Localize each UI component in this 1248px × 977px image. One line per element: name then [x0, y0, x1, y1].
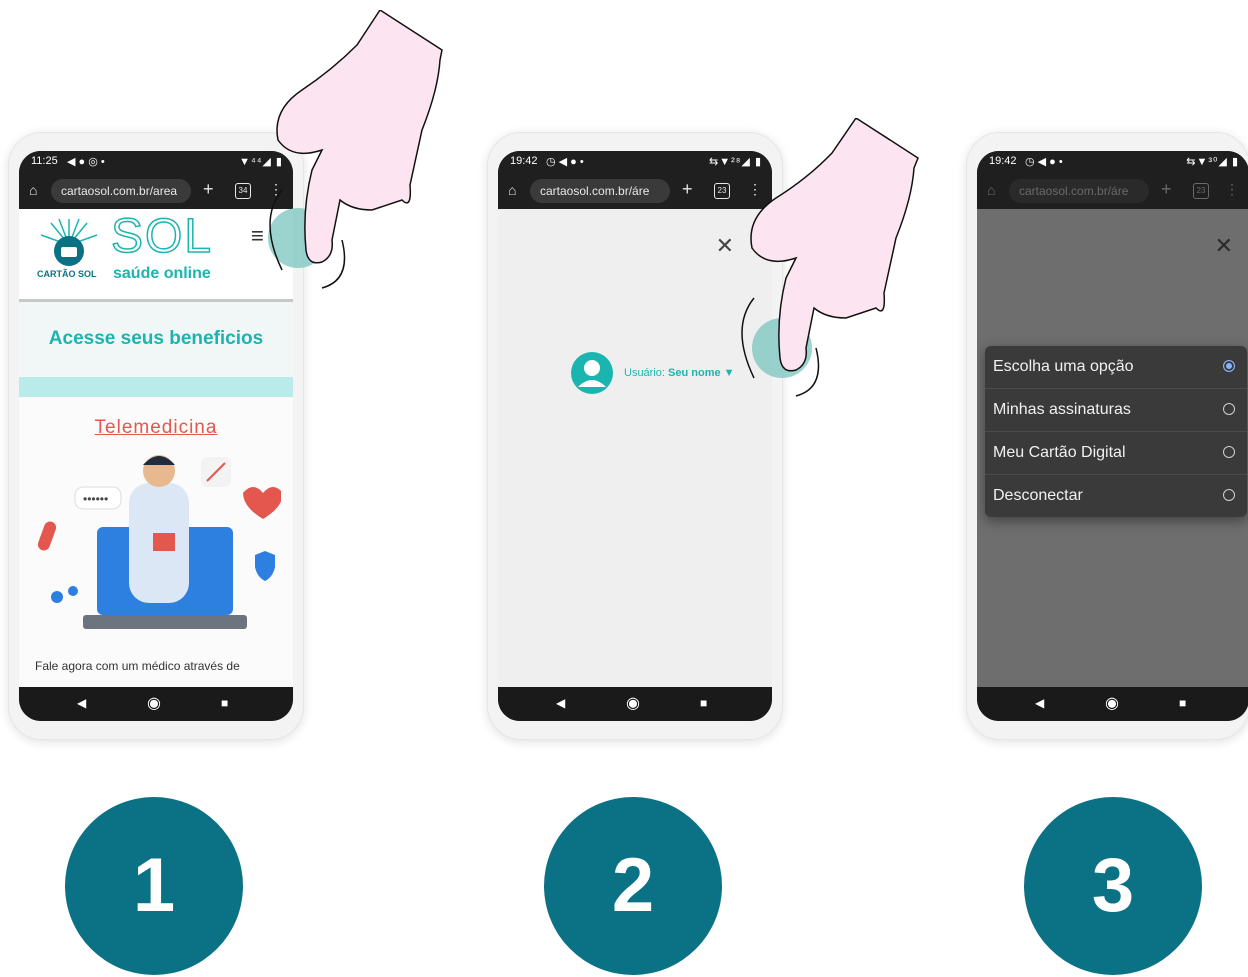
new-tab-icon[interactable]: + [682, 179, 693, 200]
svg-text:••••••: •••••• [83, 492, 108, 506]
phone-mockup-1: 11:25 ◀ ● ◎ • ▼⁴⁴◢ ▮ ⌂ cartaosol.com.br/… [8, 132, 304, 740]
options-dialog: Escolha uma opção Minhas assinaturas Meu C… [985, 346, 1247, 517]
page-heading: Acesse seus beneficios [48, 328, 264, 349]
home-circle-icon[interactable]: ◉ [1105, 693, 1119, 713]
home-circle-icon[interactable]: ◉ [626, 693, 640, 713]
browser-toolbar: ⌂ cartaosol.com.br/area + 34 ⋮ [19, 173, 293, 209]
status-time: 19:42 [989, 155, 1017, 167]
android-nav-bar: ◀ ◉ ■ [498, 687, 772, 721]
pointing-hand-icon [269, 10, 443, 289]
new-tab-icon[interactable]: + [203, 179, 214, 200]
radio-icon[interactable] [1223, 446, 1235, 458]
option-label: Minhas assinaturas [993, 401, 1131, 418]
step-2-badge: 2 [544, 797, 722, 975]
pointing-hand-icon [741, 118, 919, 397]
new-tab-icon: + [1161, 179, 1172, 199]
option-label: Desconectar [993, 487, 1083, 504]
android-nav-bar: ◀ ◉ ■ [19, 687, 293, 721]
home-circle-icon[interactable]: ◉ [147, 693, 161, 713]
home-icon[interactable]: ⌂ [29, 182, 37, 198]
status-bar: 19:42 ◷ ◀ ● • ⇆▼³⁰◢ ▮ [977, 151, 1248, 173]
logo-subtitle: saúde online [113, 265, 211, 282]
option-label: Meu Cartão Digital [993, 444, 1126, 461]
status-bar: 11:25 ◀ ● ◎ • ▼⁴⁴◢ ▮ [19, 151, 293, 173]
status-right: ⇆▼³⁰◢ ▮ [1186, 156, 1239, 168]
option-label: Escolha uma opção [993, 358, 1134, 375]
back-icon[interactable]: ◀ [556, 696, 565, 710]
url-field: cartaosol.com.br/áre [1009, 179, 1149, 203]
url-text: cartaosol.com.br/áre [540, 184, 650, 198]
url-text: cartaosol.com.br/area [61, 184, 178, 198]
logo-big-text: SOL [110, 209, 214, 264]
recents-icon[interactable]: ■ [1179, 696, 1186, 710]
option-row[interactable]: Escolha uma opção [985, 346, 1247, 388]
tab-count-icon[interactable]: 34 [235, 183, 251, 199]
step-3-badge: 3 [1024, 797, 1202, 975]
heading-band: Acesse seus beneficios [19, 302, 293, 377]
options-list: Escolha uma opção Minhas assinaturas Meu C… [985, 346, 1247, 517]
body-text: Fale agora com um médico através de [35, 659, 240, 673]
url-field[interactable]: cartaosol.com.br/áre [530, 179, 670, 203]
option-row[interactable]: Desconectar [985, 474, 1247, 517]
site-header: CARTÃO SOL SOL saúde online ≡ [19, 209, 293, 302]
android-nav-bar: ◀ ◉ ■ [977, 687, 1248, 721]
status-icons: ◀ ● ◎ • [67, 156, 105, 168]
divider-band [19, 377, 293, 397]
status-icons: ◷ ◀ ● • [546, 156, 584, 168]
tab-count-icon: 23 [1193, 183, 1209, 199]
more-menu-icon: ⋮ [1225, 181, 1239, 197]
service-card: Telemedicina •••••• Fale agora com um mé… [19, 397, 293, 687]
url-text: cartaosol.com.br/áre [1019, 184, 1129, 198]
status-time: 19:42 [510, 155, 538, 167]
option-row[interactable]: Meu Cartão Digital [985, 431, 1247, 474]
user-avatar-icon [571, 352, 613, 394]
option-row[interactable]: Minhas assinaturas [985, 388, 1247, 431]
status-icons: ◷ ◀ ● • [1025, 156, 1063, 168]
page-content: CARTÃO SOL SOL saúde online ≡ Acesse seu… [19, 209, 293, 687]
user-label: Usuário: [624, 367, 665, 379]
logo-small-text: CARTÃO SOL [37, 269, 97, 279]
url-field[interactable]: cartaosol.com.br/area [51, 179, 191, 203]
browser-toolbar: ⌂ cartaosol.com.br/áre + 23 ⋮ [977, 173, 1248, 209]
phone-screen-3: 19:42 ◷ ◀ ● • ⇆▼³⁰◢ ▮ ⌂ cartaosol.com.br… [977, 151, 1248, 721]
status-time: 11:25 [31, 155, 58, 167]
phone-screen-1: 11:25 ◀ ● ◎ • ▼⁴⁴◢ ▮ ⌂ cartaosol.com.br/… [19, 151, 293, 721]
user-dropdown[interactable]: Usuário: Seu nome ▼ [624, 367, 735, 379]
recents-icon[interactable]: ■ [221, 696, 228, 710]
dimmed-overlay: ✕ Escolha uma opção Minhas assinaturas Meu… [977, 209, 1248, 687]
radio-icon[interactable] [1223, 489, 1235, 501]
step-1-badge: 1 [65, 797, 243, 975]
radio-icon[interactable] [1223, 403, 1235, 415]
radio-selected-icon[interactable] [1223, 360, 1235, 372]
user-name: Seu nome [668, 367, 721, 379]
home-icon: ⌂ [987, 182, 996, 198]
close-icon: ✕ [1214, 233, 1233, 258]
sun-logo-icon [40, 218, 98, 266]
doctor-laptop-illustration: •••••• [37, 455, 281, 629]
back-icon[interactable]: ◀ [1035, 696, 1044, 710]
recents-icon[interactable]: ■ [700, 696, 707, 710]
telemedicina-link[interactable]: Telemedicina [19, 417, 293, 439]
phone-mockup-3: 19:42 ◷ ◀ ● • ⇆▼³⁰◢ ▮ ⌂ cartaosol.com.br… [966, 132, 1248, 740]
home-icon[interactable]: ⌂ [508, 182, 516, 198]
back-icon[interactable]: ◀ [77, 696, 86, 710]
